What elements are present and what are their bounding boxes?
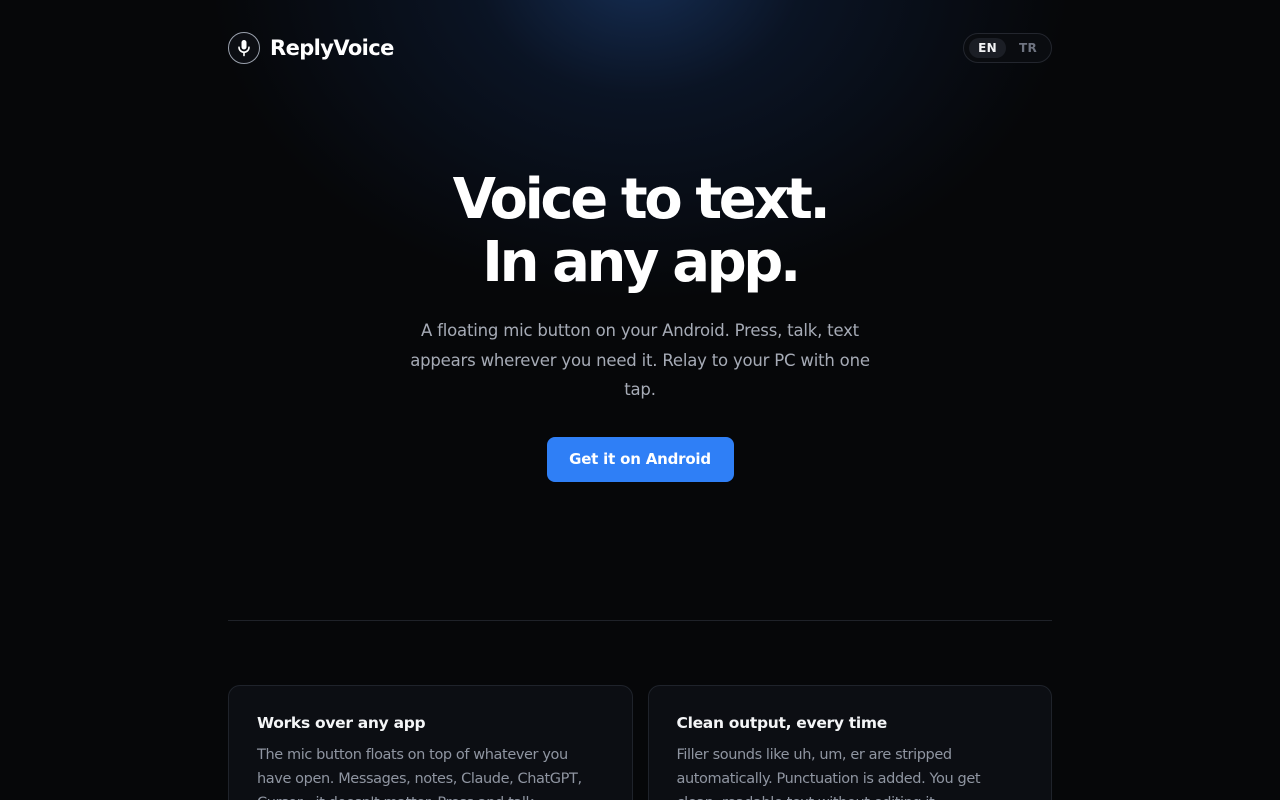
feature-title: Works over any app: [257, 714, 426, 732]
hero-section: Voice to text. In any app. A floating mi…: [0, 168, 1280, 482]
feature-description: The mic button floats on top of whatever…: [257, 747, 582, 800]
feature-description: Filler sounds like uh, um, er are stripp…: [676, 747, 981, 800]
brand-name: ReplyVoice: [270, 36, 394, 60]
language-switcher: EN TR: [963, 33, 1052, 63]
language-en-button[interactable]: EN: [969, 38, 1006, 58]
hero-title: Voice to text. In any app.: [0, 168, 1280, 294]
get-it-on-android-button[interactable]: Get it on Android: [546, 436, 734, 482]
hero-subtitle: A floating mic button on your Android. P…: [410, 321, 870, 399]
hero-title-line-1: Voice to text.: [452, 167, 831, 232]
microphone-icon: [228, 32, 260, 64]
feature-title: Clean output, every time: [676, 714, 888, 732]
features-section: Works over any app The mic button floats…: [228, 685, 1052, 800]
section-divider: [228, 620, 1052, 621]
feature-card: Works over any app The mic button floats…: [228, 685, 633, 800]
site-header: ReplyVoice EN TR: [228, 32, 1052, 64]
brand-logo-link[interactable]: ReplyVoice: [228, 32, 394, 64]
language-tr-button[interactable]: TR: [1010, 38, 1046, 58]
hero-title-line-2: In any app.: [482, 230, 801, 295]
landing-page: ReplyVoice EN TR Voice to text. In any a…: [0, 0, 1280, 800]
feature-card: Clean output, every time Filler sounds l…: [647, 685, 1052, 800]
